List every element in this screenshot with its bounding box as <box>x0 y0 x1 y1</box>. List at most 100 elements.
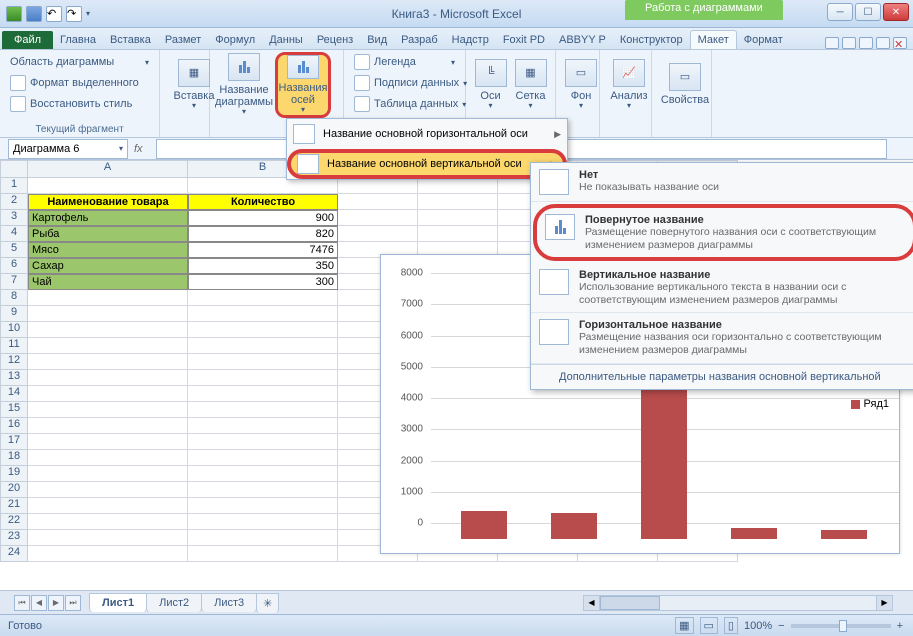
row-header[interactable]: 20 <box>0 482 28 498</box>
table-header-qty[interactable]: Количество <box>188 194 338 210</box>
empty-cell[interactable] <box>338 194 418 210</box>
empty-cell[interactable] <box>188 290 338 306</box>
sheet-tab-1[interactable]: Лист1 <box>89 593 147 612</box>
empty-cell[interactable] <box>418 194 498 210</box>
empty-cell[interactable] <box>28 466 188 482</box>
table-cell-name[interactable]: Картофель <box>28 210 188 226</box>
zoom-level[interactable]: 100% <box>744 620 772 632</box>
table-cell-qty[interactable]: 900 <box>188 210 338 226</box>
vertical-axis-title-item[interactable]: Название основной вертикальной оси▶ <box>287 149 567 179</box>
fx-icon[interactable]: fx <box>134 143 150 155</box>
tab-abbyy[interactable]: ABBYY P <box>552 31 613 49</box>
tab-addins[interactable]: Надстр <box>445 31 496 49</box>
new-sheet-button[interactable]: ✳ <box>256 593 279 613</box>
row-header[interactable]: 11 <box>0 338 28 354</box>
row-header[interactable]: 10 <box>0 322 28 338</box>
empty-cell[interactable] <box>338 178 418 194</box>
tab-foxit[interactable]: Foxit PD <box>496 31 552 49</box>
view-normal-icon[interactable]: ▦ <box>675 617 693 634</box>
row-header[interactable]: 8 <box>0 290 28 306</box>
empty-cell[interactable] <box>188 402 338 418</box>
table-cell-qty[interactable]: 7476 <box>188 242 338 258</box>
row-header[interactable]: 13 <box>0 370 28 386</box>
format-selection-button[interactable]: Формат выделенного <box>6 73 153 93</box>
nav-last-icon[interactable]: ⏭ <box>65 595 81 611</box>
empty-cell[interactable] <box>338 226 418 242</box>
tab-view[interactable]: Вид <box>360 31 394 49</box>
empty-cell[interactable] <box>188 386 338 402</box>
tab-layout[interactable]: Макет <box>690 30 737 49</box>
nav-first-icon[interactable]: ⏮ <box>14 595 30 611</box>
empty-cell[interactable] <box>188 338 338 354</box>
empty-cell[interactable] <box>188 450 338 466</box>
table-header-name[interactable]: Наименование товара <box>28 194 188 210</box>
chart-area-selector[interactable]: Область диаграммы▾ <box>6 52 153 72</box>
empty-cell[interactable] <box>28 322 188 338</box>
tab-developer[interactable]: Разраб <box>394 31 445 49</box>
empty-cell[interactable] <box>28 514 188 530</box>
row-header[interactable]: 18 <box>0 450 28 466</box>
col-header-a[interactable]: A <box>28 160 188 178</box>
select-all-corner[interactable] <box>0 160 28 178</box>
table-cell-qty[interactable]: 350 <box>188 258 338 274</box>
row-header[interactable]: 23 <box>0 530 28 546</box>
chart-bar[interactable] <box>731 528 777 539</box>
close-button[interactable]: ✕ <box>883 3 909 21</box>
row-header[interactable]: 3 <box>0 210 28 226</box>
tab-format[interactable]: Формат <box>737 31 790 49</box>
tab-review[interactable]: Реценз <box>310 31 360 49</box>
option-none[interactable]: НетНе показывать название оси <box>531 163 913 202</box>
row-header[interactable]: 21 <box>0 498 28 514</box>
tab-file[interactable]: Файл <box>2 31 53 49</box>
empty-cell[interactable] <box>28 306 188 322</box>
tab-home[interactable]: Главна <box>53 31 103 49</box>
tab-insert[interactable]: Вставка <box>103 31 158 49</box>
empty-cell[interactable] <box>28 450 188 466</box>
save-icon[interactable] <box>26 6 42 22</box>
excel-icon[interactable] <box>6 6 22 22</box>
option-vertical[interactable]: Вертикальное названиеИспользование верти… <box>531 263 913 313</box>
doc-minimize-icon[interactable] <box>859 37 873 49</box>
axis-titles-button[interactable]: Названия осей▾ <box>275 52 331 118</box>
table-cell-qty[interactable]: 820 <box>188 226 338 242</box>
empty-cell[interactable] <box>188 466 338 482</box>
gridlines-button[interactable]: ▦Сетка▾ <box>512 52 549 118</box>
empty-cell[interactable] <box>28 338 188 354</box>
empty-cell[interactable] <box>28 290 188 306</box>
view-layout-icon[interactable]: ▭ <box>700 617 718 634</box>
more-options[interactable]: Дополнительные параметры названия основн… <box>531 364 913 389</box>
zoom-out-button[interactable]: − <box>778 620 784 632</box>
row-header[interactable]: 1 <box>0 178 28 194</box>
empty-cell[interactable] <box>188 530 338 546</box>
row-header[interactable]: 19 <box>0 466 28 482</box>
empty-cell[interactable] <box>28 402 188 418</box>
minimize-button[interactable]: ─ <box>827 3 853 21</box>
help-icon[interactable] <box>842 37 856 49</box>
empty-cell[interactable] <box>418 178 498 194</box>
tab-pagelayout[interactable]: Размет <box>158 31 208 49</box>
undo-icon[interactable]: ↶ <box>46 6 62 22</box>
chart-bar[interactable] <box>551 513 597 539</box>
sheet-tab-3[interactable]: Лист3 <box>201 593 257 612</box>
background-button[interactable]: ▭Фон▾ <box>562 52 600 118</box>
nav-next-icon[interactable]: ▶ <box>48 595 64 611</box>
tab-data[interactable]: Данны <box>262 31 310 49</box>
row-header[interactable]: 7 <box>0 274 28 290</box>
empty-cell[interactable] <box>28 386 188 402</box>
properties-button[interactable]: ▭Свойства <box>658 52 712 118</box>
horizontal-scrollbar[interactable]: ◀▶ <box>583 595 893 611</box>
chart-title-button[interactable]: Название диаграммы▾ <box>216 52 272 118</box>
tab-formulas[interactable]: Формул <box>208 31 262 49</box>
row-header[interactable]: 5 <box>0 242 28 258</box>
table-cell-name[interactable]: Мясо <box>28 242 188 258</box>
row-header[interactable]: 6 <box>0 258 28 274</box>
table-cell-name[interactable]: Рыба <box>28 226 188 242</box>
empty-cell[interactable] <box>418 226 498 242</box>
empty-cell[interactable] <box>28 434 188 450</box>
doc-restore-icon[interactable] <box>876 37 890 49</box>
option-rotated[interactable]: Повернутое названиеРазмещение повернутог… <box>533 204 913 261</box>
data-table-button[interactable]: Таблица данных▾ <box>350 94 459 114</box>
option-horizontal[interactable]: Горизонтальное названиеРазмещение назван… <box>531 313 913 363</box>
nav-prev-icon[interactable]: ◀ <box>31 595 47 611</box>
maximize-button[interactable]: ☐ <box>855 3 881 21</box>
